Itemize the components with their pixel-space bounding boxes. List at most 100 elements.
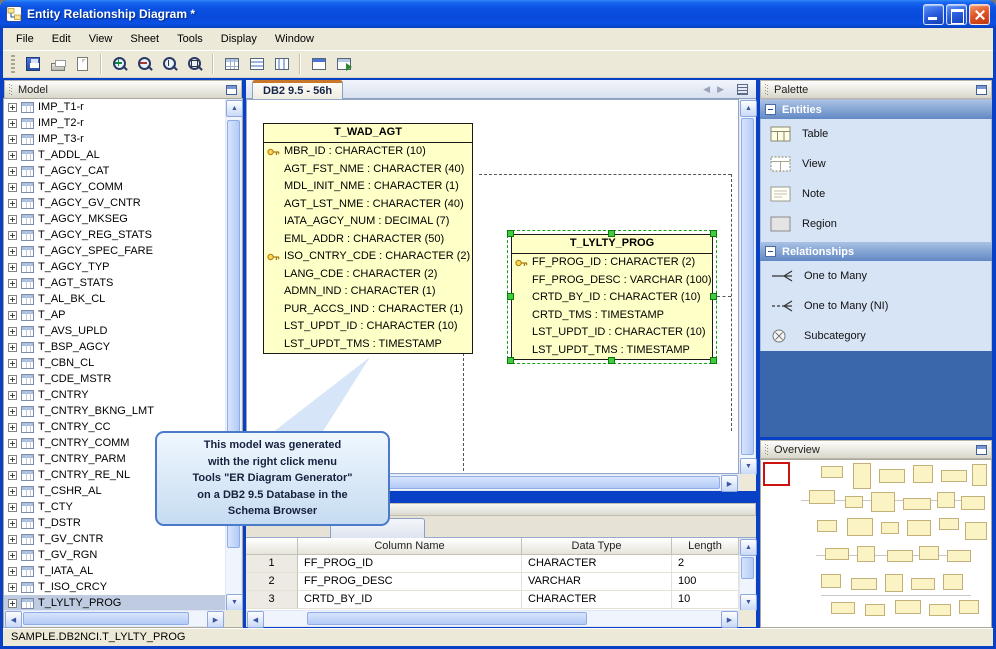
entity-column[interactable]: CRTD_BY_ID : CHARACTER (10): [512, 289, 712, 307]
menu-item[interactable]: Sheet: [121, 30, 168, 48]
relationship-line[interactable]: [731, 174, 732, 431]
expand-icon[interactable]: [8, 438, 17, 448]
palette-item-subcategory[interactable]: Subcategory: [760, 321, 992, 351]
menu-item[interactable]: Tools: [168, 30, 212, 48]
grid-button[interactable]: [220, 53, 243, 76]
tree-item[interactable]: T_CDE_MSTR: [4, 371, 225, 387]
expand-icon[interactable]: [8, 518, 17, 528]
length-header[interactable]: Length: [672, 538, 739, 555]
tree-item[interactable]: T_AGCY_GV_CNTR: [4, 195, 225, 211]
tree-item[interactable]: T_AP: [4, 307, 225, 323]
canvas-vertical-scrollbar[interactable]: ▲ ▼: [739, 99, 757, 475]
export-button[interactable]: [332, 53, 355, 76]
close-button[interactable]: [969, 3, 990, 25]
print-button[interactable]: [46, 53, 69, 76]
palette-item-table[interactable]: Table: [760, 119, 992, 149]
expand-icon[interactable]: [8, 262, 17, 272]
expand-icon[interactable]: [8, 470, 17, 480]
scrollbar-thumb[interactable]: [23, 612, 189, 625]
zoom-out-button[interactable]: [133, 53, 156, 76]
tree-item[interactable]: T_BSP_AGCY: [4, 339, 225, 355]
float-panel-icon[interactable]: [976, 444, 987, 455]
tree-item[interactable]: T_AGCY_CAT: [4, 163, 225, 179]
expand-icon[interactable]: [8, 550, 17, 560]
tree-item[interactable]: T_AGCY_COMM: [4, 179, 225, 195]
expand-icon[interactable]: [8, 406, 17, 416]
palette-item-one-to-many[interactable]: One to Many: [760, 261, 992, 291]
callout-bubble[interactable]: This model was generated with the right …: [155, 431, 390, 526]
tree-item[interactable]: T_CBN_CL: [4, 355, 225, 371]
expand-icon[interactable]: [8, 166, 17, 176]
table-row[interactable]: 1 FF_PROG_ID CHARACTER 2: [246, 555, 739, 573]
entity-column[interactable]: LST_UPDT_ID : CHARACTER (10): [512, 324, 712, 342]
expand-icon[interactable]: [8, 294, 17, 304]
new-window-button[interactable]: [307, 53, 330, 76]
scrollbar-thumb[interactable]: [741, 557, 754, 579]
entity-column[interactable]: LST_UPDT_TMS : TIMESTAMP: [264, 336, 472, 354]
selection-handle[interactable]: [710, 293, 717, 300]
expand-icon[interactable]: [8, 102, 17, 112]
details-horizontal-scrollbar[interactable]: ◀ ▶: [246, 610, 739, 628]
overview-panel-header[interactable]: Overview: [760, 440, 992, 459]
palette-item-view[interactable]: View: [760, 149, 992, 179]
scroll-right-icon[interactable]: ▶: [721, 611, 738, 628]
entity-column[interactable]: ADMN_IND : CHARACTER (1): [264, 283, 472, 301]
scrollbar-thumb[interactable]: [741, 118, 754, 455]
tree-item[interactable]: IMP_T1-r: [4, 99, 225, 115]
scroll-right-icon[interactable]: ▶: [207, 611, 224, 628]
expand-icon[interactable]: [8, 566, 17, 576]
expand-icon[interactable]: [8, 374, 17, 384]
zoom-in-button[interactable]: [108, 53, 131, 76]
menu-item[interactable]: Edit: [43, 30, 80, 48]
entity-column[interactable]: FF_PROG_DESC : VARCHAR (100): [512, 272, 712, 290]
panel-grip[interactable]: [765, 444, 769, 455]
entity-column[interactable]: FF_PROG_ID : CHARACTER (2): [512, 254, 712, 272]
tree-item[interactable]: T_LYLTY_PROG: [4, 595, 225, 610]
menu-item[interactable]: View: [80, 30, 122, 48]
expand-icon[interactable]: [8, 598, 17, 608]
toolbar-grip[interactable]: [11, 55, 15, 73]
panel-grip[interactable]: [9, 84, 13, 95]
entity-t-lylty-prog[interactable]: T_LYLTY_PROG FF_PROG_ID : CHARACTER (2) …: [507, 230, 717, 364]
tree-item[interactable]: IMP_T3-r: [4, 131, 225, 147]
tree-item[interactable]: T_GV_CNTR: [4, 531, 225, 547]
entity-column[interactable]: AGT_LST_NME : CHARACTER (40): [264, 196, 472, 214]
collapse-icon[interactable]: [765, 104, 776, 115]
row-number-header[interactable]: [246, 538, 298, 555]
tree-vertical-scrollbar[interactable]: ▲ ▼: [225, 99, 243, 611]
menu-item[interactable]: Display: [212, 30, 266, 48]
save-button[interactable]: [21, 53, 44, 76]
expand-icon[interactable]: [8, 134, 17, 144]
menu-item[interactable]: File: [7, 30, 43, 48]
scroll-up-icon[interactable]: ▲: [226, 100, 243, 117]
scroll-down-icon[interactable]: ▼: [740, 594, 757, 611]
entity-title[interactable]: T_LYLTY_PROG: [512, 235, 712, 254]
data-type-header[interactable]: Data Type: [522, 538, 672, 555]
sheet-tab[interactable]: DB2 9.5 - 56h: [252, 80, 344, 99]
palette-item-note[interactable]: Note: [760, 179, 992, 209]
expand-icon[interactable]: [8, 214, 17, 224]
expand-icon[interactable]: [8, 486, 17, 496]
selection-handle[interactable]: [608, 230, 615, 237]
tab-scroll-right-icon[interactable]: ▶: [717, 84, 724, 95]
selection-handle[interactable]: [710, 230, 717, 237]
tab-list-icon[interactable]: [737, 84, 748, 95]
column-name-header[interactable]: Column Name: [298, 538, 522, 555]
expand-icon[interactable]: [8, 182, 17, 192]
expand-icon[interactable]: [8, 326, 17, 336]
expand-icon[interactable]: [8, 422, 17, 432]
relationship-line[interactable]: [479, 174, 731, 175]
menu-item[interactable]: Window: [266, 30, 323, 48]
relationship-line[interactable]: [463, 353, 464, 471]
panel-grip[interactable]: [765, 84, 769, 95]
table-row[interactable]: 3 CRTD_BY_ID CHARACTER 10: [246, 591, 739, 609]
selection-handle[interactable]: [507, 230, 514, 237]
tree-item[interactable]: T_CNTRY: [4, 387, 225, 403]
expand-icon[interactable]: [8, 198, 17, 208]
tree-horizontal-scrollbar[interactable]: ◀ ▶: [4, 610, 225, 628]
viewport-rectangle[interactable]: [763, 462, 790, 486]
expand-icon[interactable]: [8, 310, 17, 320]
palette-item-one-to-many-ni[interactable]: One to Many (NI): [760, 291, 992, 321]
expand-icon[interactable]: [8, 118, 17, 128]
tree-item[interactable]: T_AVS_UPLD: [4, 323, 225, 339]
